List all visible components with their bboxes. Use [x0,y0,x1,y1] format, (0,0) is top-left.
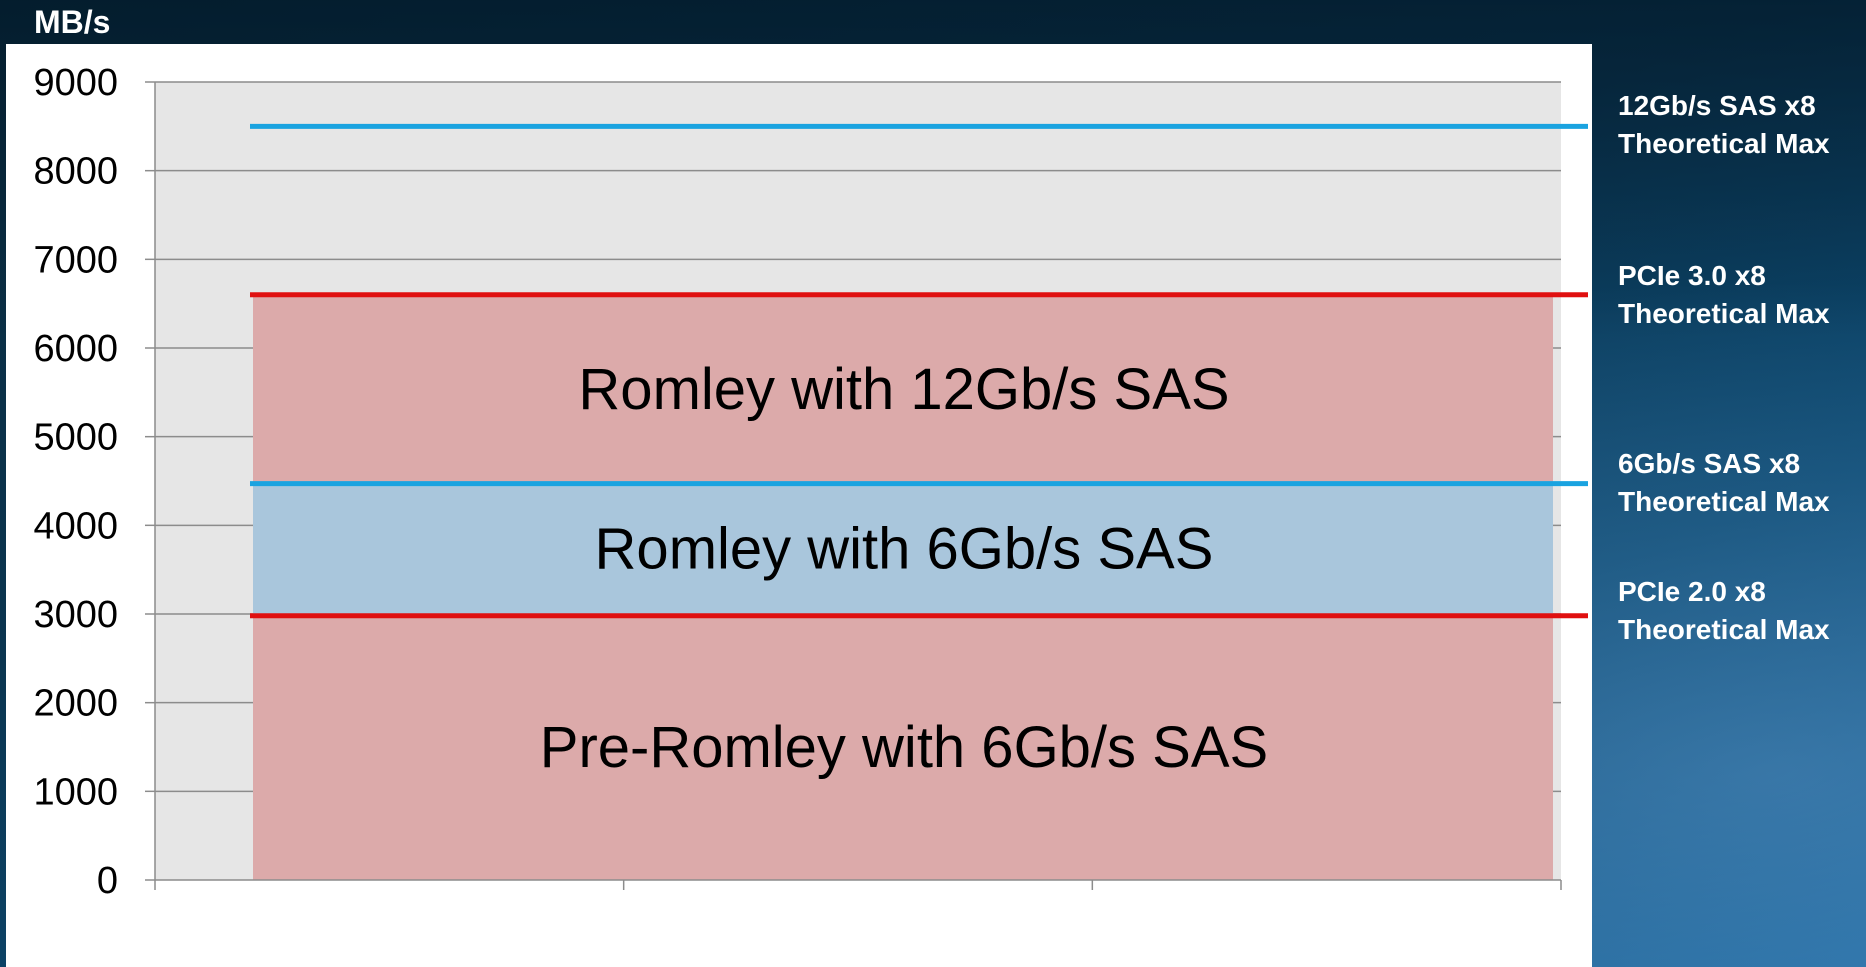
y-tick-label: 8000 [33,151,118,193]
ref-label-pcie2-line1: PCIe 2.0 x8 [1618,576,1766,607]
y-tick-label: 6000 [33,328,118,370]
y-tick-label: 5000 [33,417,118,459]
y-tick-label: 4000 [33,505,118,547]
ref-label-sas12: 12Gb/s SAS x8 Theoretical Max [1618,87,1830,163]
y-tick-label: 2000 [33,683,118,725]
band-label: Pre-Romley with 6Gb/s SAS [540,715,1268,780]
y-tick-label: 1000 [33,771,118,813]
ref-label-sas6: 6Gb/s SAS x8 Theoretical Max [1618,445,1830,521]
band-label: Romley with 6Gb/s SAS [595,516,1214,581]
chart: 0 1000 2000 3000 4000 5000 6000 7000 8000 9000 Pr… [33,62,1588,902]
ref-label-pcie2: PCIe 2.0 x8 Theoretical Max [1618,573,1830,649]
band-label: Romley with 12Gb/s SAS [578,357,1229,422]
ref-label-sas12-line2: Theoretical Max [1618,128,1830,159]
y-tick-label: 7000 [33,239,118,281]
ref-label-pcie3-line2: Theoretical Max [1618,298,1830,329]
ref-label-pcie2-line2: Theoretical Max [1618,614,1830,645]
ref-label-pcie3: PCIe 3.0 x8 Theoretical Max [1618,257,1830,333]
ref-label-sas6-line1: 6Gb/s SAS x8 [1618,448,1801,479]
y-tick-label: 3000 [33,594,118,636]
y-tick-label: 9000 [33,62,118,104]
ref-label-pcie3-line1: PCIe 3.0 x8 [1618,260,1766,291]
y-tick-label: 0 [97,860,118,902]
ref-label-sas12-line1: 12Gb/s SAS x8 [1618,90,1816,121]
ref-label-sas6-line2: Theoretical Max [1618,486,1830,517]
